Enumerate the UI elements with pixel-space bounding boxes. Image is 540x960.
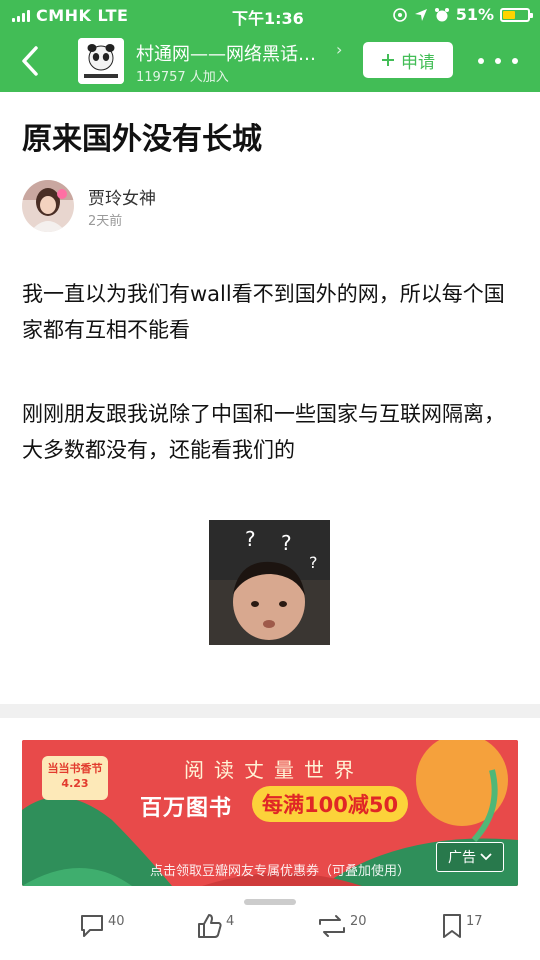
comment-button[interactable]: 40 (78, 912, 125, 940)
bookmark-icon (443, 914, 461, 938)
comment-count: 40 (108, 914, 125, 929)
ad-banner[interactable]: 当当书香节 4.23 阅读丈量世界 百万图书 每满100减50 点击领取豆瓣网友… (22, 740, 518, 886)
group-header: 村通网——网络黑话… › 119757 人加入 申请 (0, 30, 540, 92)
ad-promo: 每满100减50 (252, 786, 409, 822)
ad-tag-dropdown[interactable]: 广告 (436, 842, 504, 872)
group-avatar[interactable] (78, 38, 124, 84)
ad-big-text: 百万图书 (140, 796, 233, 821)
ad-subtext: 点击领取豆瓣网友专属优惠券（可叠加使用） (150, 864, 411, 879)
reshare-count: 20 (350, 914, 367, 929)
apply-button[interactable]: 申请 (363, 42, 453, 78)
collect-count: 17 (466, 914, 483, 929)
clock: 下午1:36 (232, 9, 304, 28)
chevron-right-icon: › (336, 40, 343, 59)
orientation-lock-icon (392, 7, 407, 22)
home-indicator (244, 899, 296, 905)
action-bar: 40 4 20 17 (0, 906, 540, 960)
battery-icon (500, 7, 533, 22)
section-divider (0, 704, 540, 718)
reshare-icon (319, 915, 345, 937)
post-paragraph-1: 我一直以为我们有wall看不到国外的网，所以每个国家都有互相不能看 (22, 282, 505, 342)
svg-text:?: ? (281, 531, 292, 555)
ad-logo: 当当书香节 4.23 (42, 756, 108, 800)
back-arrow-icon[interactable] (16, 44, 46, 78)
plus-icon (382, 54, 394, 66)
apply-label: 申请 (401, 52, 435, 73)
location-icon (414, 8, 427, 21)
group-name[interactable]: 村通网——网络黑话… (136, 40, 346, 66)
more-options-icon[interactable] (478, 48, 518, 74)
author-name[interactable]: 贾玲女神 (88, 184, 156, 209)
carrier-label: CMHK LTE (36, 6, 129, 25)
collect-button[interactable]: 17 (440, 912, 483, 940)
meme-image[interactable]: ? ? ? (209, 520, 330, 645)
like-count: 4 (226, 914, 235, 929)
post-paragraph-2: 刚刚朋友跟我说除了中国和一些国家与互联网隔离，大多数都没有，还能看我们的 (22, 402, 505, 462)
ad-tag-label: 广告 (448, 850, 476, 866)
post-title: 原来国外没有长城 (22, 122, 262, 157)
battery-percent: 51% (455, 5, 494, 24)
member-count: 119757 人加入 (136, 70, 229, 85)
author-avatar[interactable] (22, 180, 74, 232)
like-button[interactable]: 4 (196, 912, 234, 940)
thumbs-up-icon (198, 914, 222, 938)
reshare-button[interactable]: 20 (316, 912, 367, 940)
ad-headline: 阅读丈量世界 (184, 758, 364, 782)
chevron-down-icon (480, 853, 492, 861)
post-timestamp: 2天前 (88, 214, 123, 229)
alarm-icon (434, 7, 449, 21)
signal-icon (12, 10, 30, 22)
status-bar: CMHK LTE 下午1:36 51% (0, 0, 540, 30)
svg-text:?: ? (309, 553, 318, 572)
status-right: 51% (392, 5, 533, 24)
comment-icon (81, 915, 103, 937)
svg-text:?: ? (245, 527, 256, 551)
